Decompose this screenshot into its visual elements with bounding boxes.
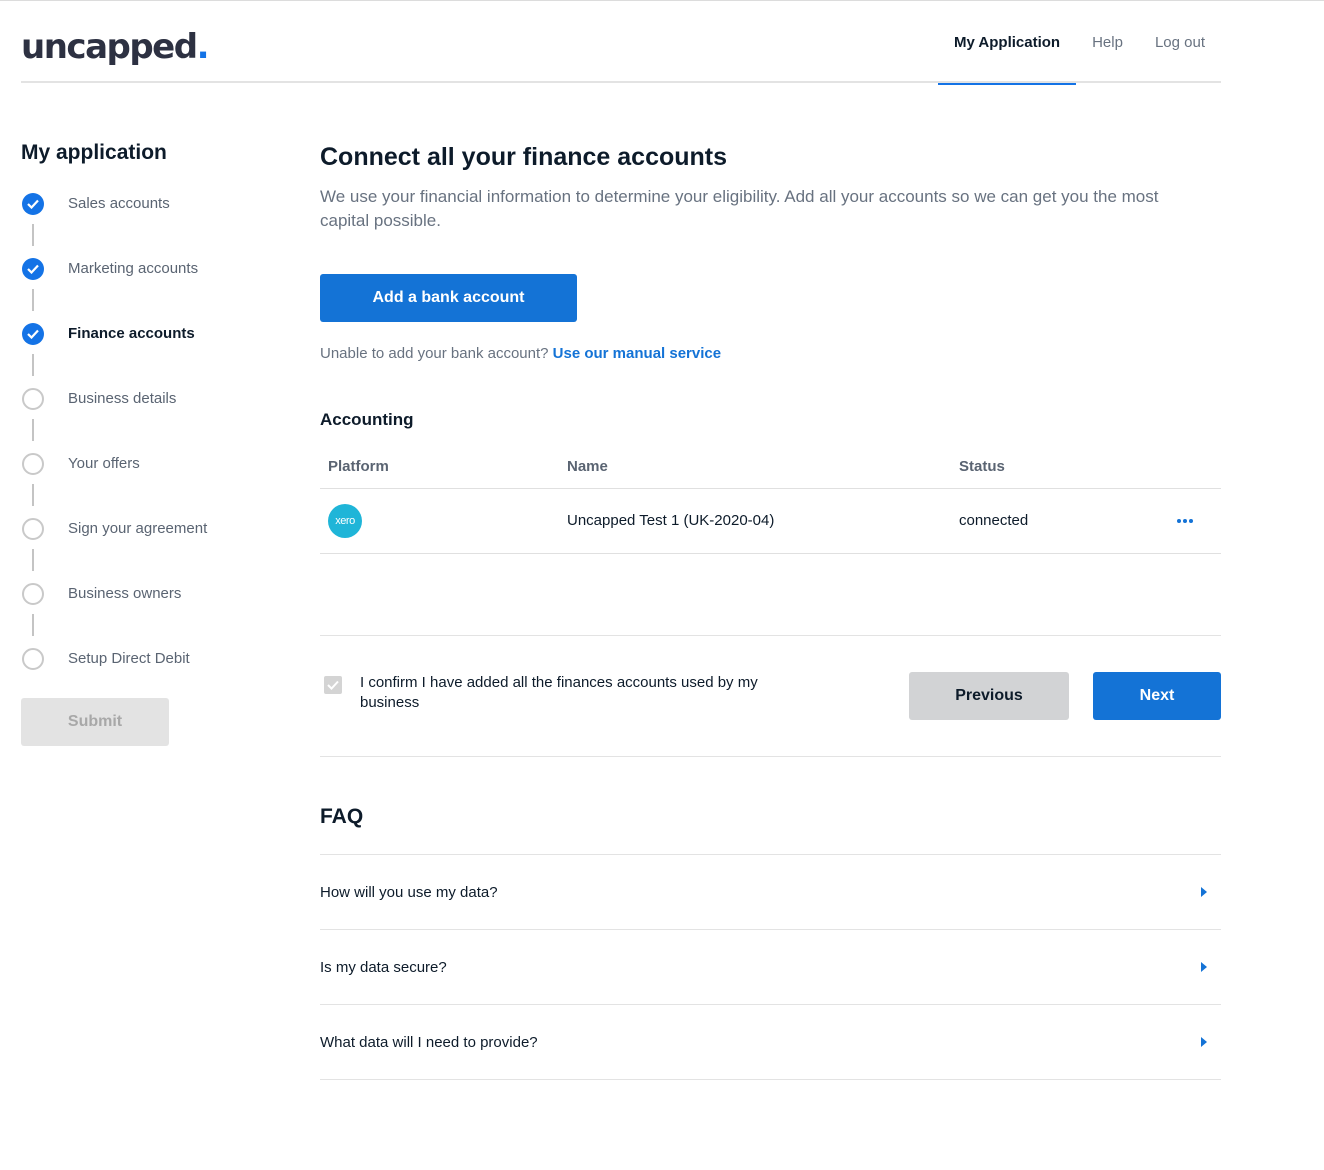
confirm-checkbox[interactable] bbox=[324, 676, 342, 694]
faq-item[interactable]: How will you use my data? bbox=[320, 855, 1221, 930]
column-name: Name bbox=[559, 450, 951, 489]
manual-service-line: Unable to add your bank account? Use our… bbox=[320, 345, 1221, 362]
step-business-details[interactable]: Business details bbox=[21, 388, 281, 453]
step-connector bbox=[32, 354, 34, 376]
add-bank-account-button[interactable]: Add a bank account bbox=[320, 274, 577, 322]
step-sign-agreement[interactable]: Sign your agreement bbox=[21, 518, 281, 583]
accounting-title: Accounting bbox=[320, 410, 414, 429]
step-label: Sales accounts bbox=[68, 195, 170, 212]
table-header-row: Platform Name Status bbox=[320, 450, 1221, 489]
page-title: Connect all your finance accounts bbox=[320, 143, 728, 171]
confirm-section: I confirm I have added all the finances … bbox=[320, 635, 1221, 757]
step-your-offers[interactable]: Your offers bbox=[21, 453, 281, 518]
step-connector bbox=[32, 484, 34, 506]
caret-right-icon bbox=[1201, 1037, 1207, 1047]
column-status: Status bbox=[951, 450, 1141, 489]
step-label: Marketing accounts bbox=[68, 260, 199, 277]
empty-circle-icon bbox=[22, 453, 44, 475]
platform-cell: xero bbox=[320, 488, 559, 554]
step-label: Finance accounts bbox=[68, 325, 195, 342]
caret-right-icon bbox=[1201, 887, 1207, 897]
step-setup-direct-debit[interactable]: Setup Direct Debit bbox=[21, 648, 281, 713]
previous-button[interactable]: Previous bbox=[909, 672, 1069, 720]
next-button[interactable]: Next bbox=[1093, 672, 1221, 720]
step-connector bbox=[32, 614, 34, 636]
table-row: xero Uncapped Test 1 (UK-2020-04) connec… bbox=[320, 488, 1221, 554]
empty-circle-icon bbox=[22, 583, 44, 605]
faq-question: What data will I need to provide? bbox=[320, 1033, 538, 1051]
logo-dot: . bbox=[196, 27, 210, 67]
nav-help[interactable]: Help bbox=[1076, 1, 1139, 83]
empty-circle-icon bbox=[22, 518, 44, 540]
top-header: uncapped. My Application Help Log out bbox=[21, 1, 1221, 85]
logo-text: uncapped bbox=[21, 27, 198, 67]
accounting-table: Platform Name Status xero Uncapped Test … bbox=[320, 450, 1221, 554]
status-cell: connected bbox=[951, 488, 1141, 554]
check-circle-icon bbox=[22, 323, 44, 345]
faq-section: FAQ How will you use my data? Is my data… bbox=[320, 805, 1221, 1080]
uncapped-logo[interactable]: uncapped. bbox=[21, 27, 210, 67]
step-connector bbox=[32, 224, 34, 246]
confirm-label: I confirm I have added all the finances … bbox=[360, 674, 758, 711]
application-sidebar: My application Sales accounts Marketing … bbox=[21, 141, 281, 746]
step-connector bbox=[32, 549, 34, 571]
step-label: Setup Direct Debit bbox=[68, 650, 190, 667]
intro-text: We use your financial information to det… bbox=[320, 187, 1159, 230]
empty-circle-icon bbox=[22, 648, 44, 670]
step-connector bbox=[32, 289, 34, 311]
xero-logo-icon: xero bbox=[328, 503, 362, 538]
main-content: Connect all your finance accounts We use… bbox=[320, 141, 1221, 1080]
top-nav: My Application Help Log out bbox=[937, 1, 1221, 85]
column-actions bbox=[1141, 450, 1221, 489]
check-circle-icon bbox=[22, 258, 44, 280]
step-label: Business details bbox=[68, 390, 177, 407]
faq-item[interactable]: Is my data secure? bbox=[320, 930, 1221, 1005]
faq-item[interactable]: What data will I need to provide? bbox=[320, 1005, 1221, 1080]
step-list: Sales accounts Marketing accounts Financ… bbox=[21, 193, 281, 713]
actions-cell bbox=[1141, 488, 1221, 554]
step-finance-accounts[interactable]: Finance accounts bbox=[21, 323, 281, 388]
step-connector bbox=[32, 419, 34, 441]
column-platform: Platform bbox=[320, 450, 559, 489]
faq-title: FAQ bbox=[320, 805, 1221, 855]
more-options-icon[interactable] bbox=[1149, 518, 1221, 523]
manual-service-link[interactable]: Use our manual service bbox=[553, 345, 721, 362]
step-marketing-accounts[interactable]: Marketing accounts bbox=[21, 258, 281, 323]
step-label: Business owners bbox=[68, 585, 182, 602]
nav-my-application[interactable]: My Application bbox=[937, 1, 1077, 85]
step-label: Sign your agreement bbox=[68, 520, 208, 537]
nav-log-out[interactable]: Log out bbox=[1139, 1, 1221, 83]
empty-circle-icon bbox=[22, 388, 44, 410]
caret-right-icon bbox=[1201, 962, 1207, 972]
check-circle-icon bbox=[22, 193, 44, 215]
name-cell: Uncapped Test 1 (UK-2020-04) bbox=[559, 488, 951, 554]
faq-question: How will you use my data? bbox=[320, 883, 498, 901]
step-sales-accounts[interactable]: Sales accounts bbox=[21, 193, 281, 258]
faq-question: Is my data secure? bbox=[320, 958, 447, 976]
step-business-owners[interactable]: Business owners bbox=[21, 583, 281, 648]
step-label: Your offers bbox=[68, 455, 140, 472]
manual-prefix: Unable to add your bank account? bbox=[320, 345, 549, 362]
sidebar-title: My application bbox=[21, 141, 167, 164]
